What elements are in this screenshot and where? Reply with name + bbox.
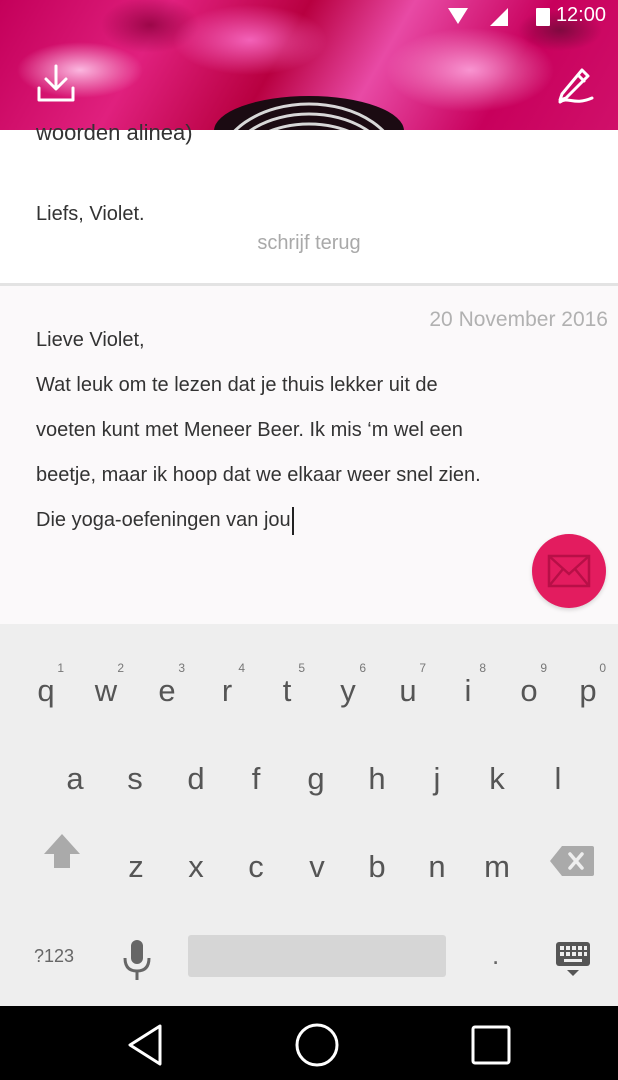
pencil-icon (558, 68, 594, 104)
key-q[interactable]: 1q (16, 656, 76, 726)
letter-line: beetje, maar ik hoop dat we elkaar weer … (36, 464, 481, 486)
space-bar[interactable] (188, 935, 446, 977)
nav-recents-button[interactable] (466, 1020, 516, 1070)
send-button[interactable] (532, 534, 606, 608)
key-v[interactable]: v (287, 832, 347, 902)
key-e[interactable]: 3e (137, 656, 197, 726)
reply-link[interactable]: schrijf terug (0, 232, 618, 255)
navigation-bar (0, 1006, 618, 1080)
keyboard-icon (556, 942, 590, 976)
key-a[interactable]: a (45, 744, 105, 814)
key-d[interactable]: d (166, 744, 226, 814)
microphone-icon (123, 940, 151, 980)
period-key[interactable]: . (492, 940, 499, 971)
voice-input-key[interactable] (122, 938, 152, 982)
key-f[interactable]: f (226, 744, 286, 814)
home-circle-icon (295, 1023, 339, 1067)
letter-line: Wat leuk om te lezen dat je thuis lekker… (36, 374, 438, 396)
key-o[interactable]: 9o (499, 656, 559, 726)
header-artwork: 12:00 (0, 0, 618, 130)
key-w[interactable]: 2w (76, 656, 136, 726)
letter-line: voeten kunt met Meneer Beer. Ik mis ‘m w… (36, 419, 463, 441)
key-g[interactable]: g (286, 744, 346, 814)
backspace-icon (550, 846, 594, 876)
shift-key[interactable] (40, 830, 84, 874)
key-b[interactable]: b (347, 832, 407, 902)
letter-line: Lieve Violet, (36, 329, 145, 351)
recents-square-icon (471, 1025, 511, 1065)
download-button[interactable] (34, 62, 78, 106)
key-s[interactable]: s (105, 744, 165, 814)
symbols-key[interactable]: ?123 (34, 946, 74, 967)
key-l[interactable]: l (528, 744, 588, 814)
text-cursor (291, 506, 294, 535)
battery-icon (536, 8, 550, 26)
status-bar: 12:00 (0, 0, 618, 32)
key-m[interactable]: m (467, 832, 527, 902)
key-c[interactable]: c (226, 832, 286, 902)
previous-letter-partial-line: woorden alinea) (36, 120, 193, 145)
status-time: 12:00 (555, 4, 606, 26)
key-j[interactable]: j (407, 744, 467, 814)
key-y[interactable]: 6y (318, 656, 378, 726)
backspace-key[interactable] (548, 844, 596, 878)
key-p[interactable]: 0p (558, 656, 618, 726)
key-k[interactable]: k (467, 744, 527, 814)
keyboard: 1q 2w 3e 4r 5t 6y 7u 8i 9o 0p a s d f g … (0, 624, 618, 1006)
keyboard-switch-key[interactable] (553, 940, 593, 978)
key-i[interactable]: 8i (438, 656, 498, 726)
envelope-icon (547, 554, 591, 588)
download-icon (37, 64, 75, 102)
nav-back-button[interactable] (122, 1020, 172, 1070)
key-t[interactable]: 5t (257, 656, 317, 726)
previous-letter-signature: Liefs, Violet. (36, 203, 145, 225)
edit-button[interactable] (552, 62, 596, 106)
ring-pattern (214, 96, 404, 130)
wifi-icon (448, 8, 468, 24)
key-n[interactable]: n (407, 832, 467, 902)
key-h[interactable]: h (347, 744, 407, 814)
back-triangle-icon (128, 1024, 162, 1066)
key-u[interactable]: 7u (378, 656, 438, 726)
letter-body-input[interactable]: Lieve Violet, Wat leuk om te lezen dat j… (36, 318, 596, 543)
key-z[interactable]: z (106, 832, 166, 902)
key-r[interactable]: 4r (197, 656, 257, 726)
shift-arrow-icon (44, 834, 80, 868)
signal-icon (490, 8, 508, 26)
letter-line: Die yoga-oefeningen van jou (36, 509, 291, 531)
nav-home-button[interactable] (292, 1020, 342, 1070)
key-x[interactable]: x (166, 832, 226, 902)
